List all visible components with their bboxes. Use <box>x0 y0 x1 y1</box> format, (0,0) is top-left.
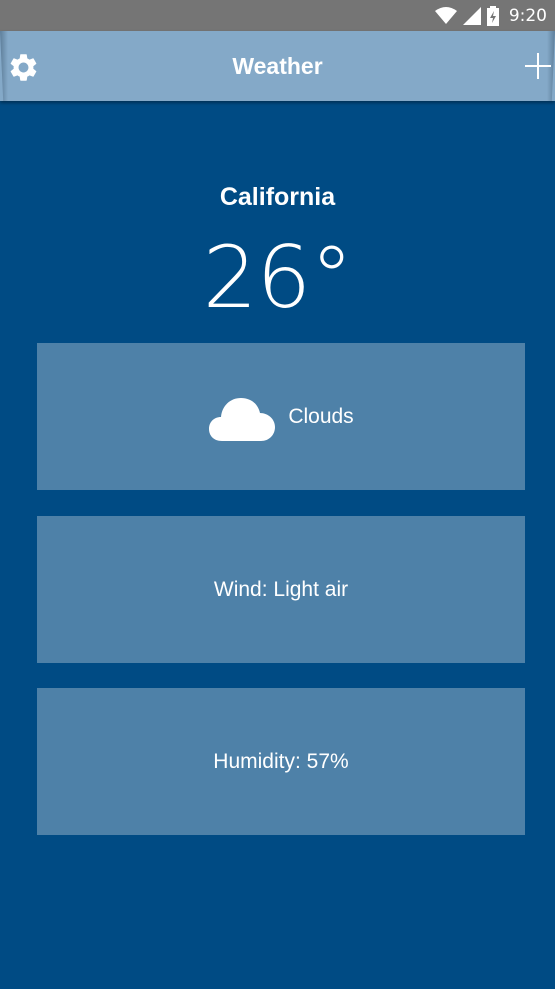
temperature: 26° <box>202 228 353 328</box>
cloud-icon <box>209 397 276 441</box>
plus-icon[interactable] <box>523 51 553 81</box>
status-bar: 9:20 <box>0 0 555 31</box>
cell-signal-icon <box>462 7 481 25</box>
condition-card: Clouds <box>37 343 525 490</box>
status-time: 9:20 <box>508 6 547 26</box>
status-icons: 9:20 <box>434 5 547 27</box>
location-name: California <box>219 183 336 211</box>
wind-label: Wind: Light air <box>213 577 349 601</box>
condition-label: Clouds <box>288 404 354 428</box>
app-title: Weather <box>232 53 323 79</box>
humidity-label: Humidity: 57% <box>213 749 349 773</box>
wind-card: Wind: Light air <box>37 516 525 663</box>
humidity-card: Humidity: 57% <box>37 688 525 835</box>
wifi-icon <box>434 7 457 24</box>
app-bar: Weather <box>0 31 555 101</box>
battery-icon <box>486 6 499 26</box>
